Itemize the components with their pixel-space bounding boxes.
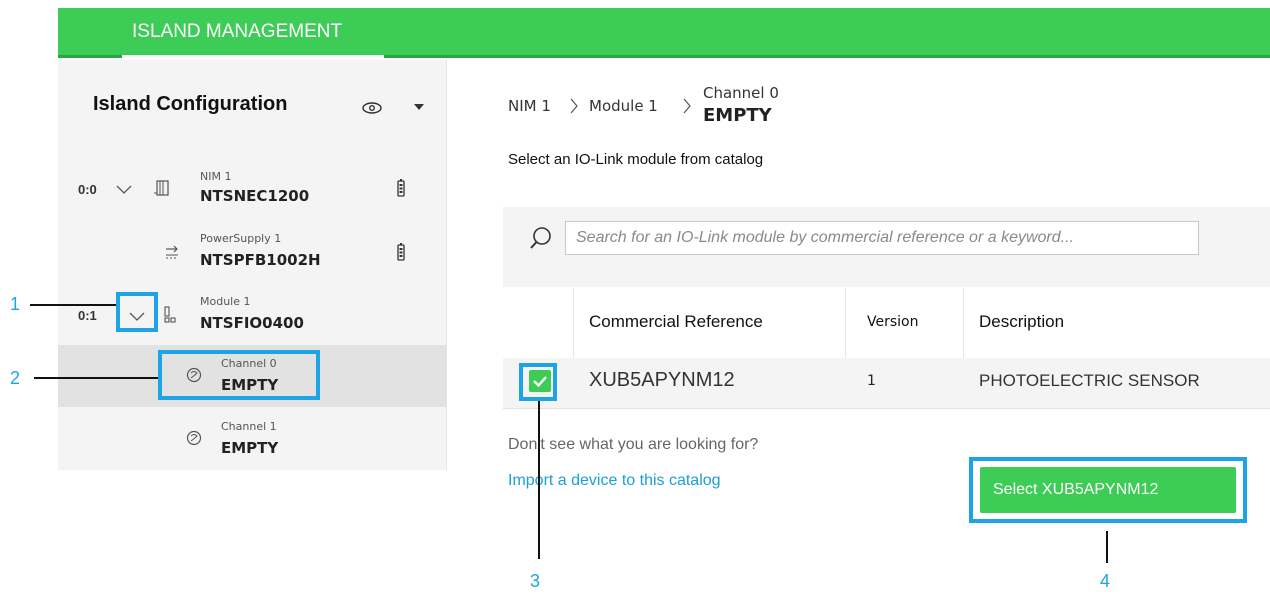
row-sublabel: Module 1 bbox=[200, 295, 251, 308]
row-address: 0:0 bbox=[78, 182, 97, 197]
channel-icon bbox=[186, 430, 202, 446]
tab-island-management[interactable]: ISLAND MANAGEMENT bbox=[132, 21, 342, 43]
column-header-description[interactable]: Description bbox=[979, 312, 1064, 332]
eye-icon[interactable] bbox=[361, 101, 383, 115]
row-label: NTSNEC1200 bbox=[200, 187, 310, 205]
breadcrumb-current-sub: Channel 0 bbox=[703, 84, 779, 102]
annotation-box-4 bbox=[969, 457, 1247, 523]
search-icon[interactable] bbox=[529, 226, 553, 250]
column-divider bbox=[573, 288, 574, 358]
cell-description: PHOTOELECTRIC SENSOR bbox=[979, 371, 1200, 390]
not-found-text: Don't see what you are looking for? bbox=[508, 436, 759, 453]
annotation-number-3: 3 bbox=[530, 571, 541, 591]
power-supply-icon bbox=[166, 245, 178, 259]
row-label: EMPTY bbox=[221, 439, 279, 457]
row-sublabel: NIM 1 bbox=[200, 170, 232, 183]
battery-icon bbox=[397, 243, 405, 261]
annotation-box-2 bbox=[158, 350, 320, 400]
breadcrumb-module[interactable]: Module 1 bbox=[589, 97, 658, 115]
battery-icon bbox=[397, 179, 405, 197]
annotation-line-3 bbox=[538, 401, 540, 559]
instruction-text: Select an IO-Link module from catalog bbox=[508, 151, 764, 168]
table-row[interactable]: XUB5APYNM12 1 PHOTOELECTRIC SENSOR bbox=[503, 358, 1270, 409]
annotation-line-1 bbox=[30, 304, 116, 306]
row-label: NTSPFB1002H bbox=[200, 251, 321, 269]
tree-item-channel-1[interactable]: Channel 1 EMPTY bbox=[58, 408, 446, 470]
column-divider bbox=[845, 288, 846, 358]
nim-icon bbox=[154, 180, 169, 196]
annotation-number-4: 4 bbox=[1100, 571, 1111, 591]
chevron-right-icon bbox=[683, 98, 691, 114]
search-bar bbox=[503, 207, 1270, 287]
island-configuration-panel: Island Configuration 0:0 NIM 1 NTSNEC120… bbox=[58, 60, 447, 470]
chevron-right-icon bbox=[570, 98, 578, 114]
table-header: Commercial Reference Version Description bbox=[503, 288, 1270, 358]
active-tab-indicator bbox=[122, 55, 384, 58]
annotation-number-1: 1 bbox=[10, 294, 21, 314]
row-address: 0:1 bbox=[78, 308, 97, 323]
caret-down-icon[interactable] bbox=[414, 104, 424, 110]
row-label: NTSFIO0400 bbox=[200, 314, 304, 332]
column-header-version[interactable]: Version bbox=[867, 314, 918, 330]
breadcrumb-nim[interactable]: NIM 1 bbox=[508, 97, 551, 115]
annotation-box-3 bbox=[519, 363, 557, 401]
row-sublabel: PowerSupply 1 bbox=[200, 232, 282, 245]
annotation-line-2 bbox=[34, 377, 158, 379]
module-icon bbox=[164, 306, 176, 323]
column-divider bbox=[963, 288, 964, 358]
row-sublabel: Channel 1 bbox=[221, 420, 277, 433]
cell-reference: XUB5APYNM12 bbox=[589, 369, 735, 391]
panel-title: Island Configuration bbox=[93, 93, 288, 115]
page-title: EMPTY bbox=[703, 105, 772, 126]
search-input[interactable] bbox=[565, 221, 1199, 255]
tree-item-powersupply[interactable]: PowerSupply 1 NTSPFB1002H bbox=[58, 220, 446, 282]
chevron-down-icon[interactable] bbox=[116, 185, 132, 195]
top-bar: ISLAND MANAGEMENT bbox=[58, 8, 1270, 58]
annotation-line-4 bbox=[1106, 531, 1108, 563]
annotation-box-1 bbox=[116, 292, 158, 332]
column-header-reference[interactable]: Commercial Reference bbox=[589, 312, 763, 332]
annotation-number-2: 2 bbox=[10, 368, 21, 388]
tree-item-nim[interactable]: 0:0 NIM 1 NTSNEC1200 bbox=[58, 155, 446, 217]
cell-version: 1 bbox=[867, 373, 876, 389]
